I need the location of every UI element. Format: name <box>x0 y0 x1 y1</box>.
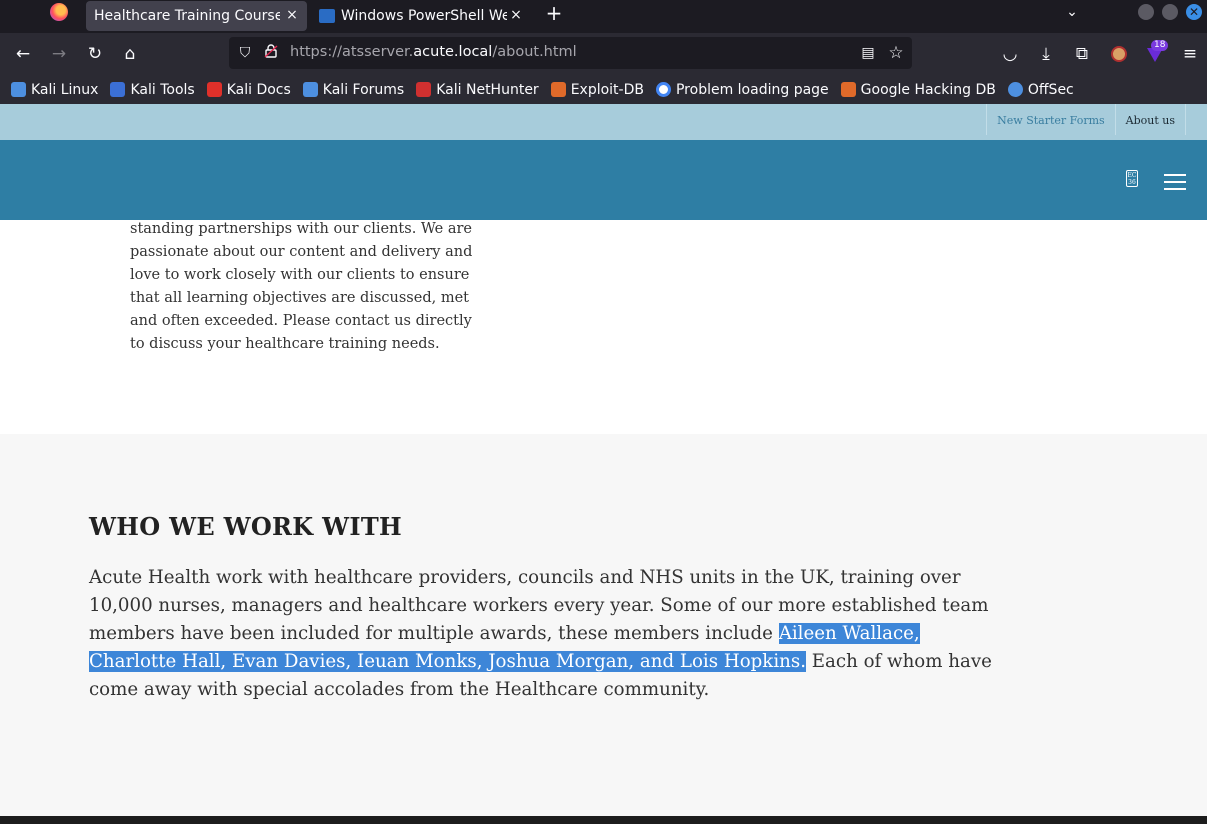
kali-docs-icon <box>206 82 222 97</box>
powershell-icon <box>319 9 335 23</box>
back-button[interactable]: ← <box>11 42 35 66</box>
bookmark-kali-linux[interactable]: Kali Linux <box>11 82 98 98</box>
kali-dragon-icon <box>11 82 26 97</box>
bookmark-label: Kali Docs <box>226 81 291 98</box>
close-window-button[interactable]: ✕ <box>1186 4 1202 20</box>
maximize-window-button[interactable] <box>1162 4 1178 20</box>
section-paragraph: Acute Health work with healthcare provid… <box>89 564 1001 704</box>
nav-link-about-us[interactable]: About us <box>1114 104 1186 135</box>
forward-button[interactable]: → <box>47 42 71 66</box>
nethunter-icon <box>416 82 432 97</box>
bookmark-problem-loading-page[interactable]: Problem loading page <box>655 81 829 98</box>
url-scheme-subdomain: https://atsserver. <box>290 44 414 60</box>
bookmark-label: Kali Tools <box>130 81 195 98</box>
tab-title: Windows PowerShell Web <box>341 8 507 24</box>
site-header: EC 36 <box>0 140 1207 220</box>
bookmark-label: Kali Forums <box>322 81 405 98</box>
intro-paragraph: standing partnerships with our clients. … <box>130 221 473 352</box>
list-all-tabs-chevron-icon[interactable]: ⌄ <box>1062 2 1082 22</box>
tab-title: Healthcare Training Courses <box>94 8 280 24</box>
new-tab-button[interactable]: + <box>543 3 565 25</box>
bookmark-offsec[interactable]: OffSec <box>1007 81 1074 98</box>
minimize-window-button[interactable] <box>1138 4 1154 20</box>
bookmark-label: Exploit-DB <box>570 81 644 98</box>
hamburger-menu-icon[interactable] <box>1164 174 1186 190</box>
cookie-editor-icon[interactable] <box>1107 42 1131 66</box>
tab-close-icon[interactable]: × <box>283 6 301 24</box>
connection-lock-icon[interactable] <box>261 43 281 63</box>
exploit-db-icon <box>550 82 566 97</box>
kali-tools-icon <box>110 82 126 97</box>
url-path: /about.html <box>492 44 577 60</box>
extensions-icon[interactable]: ⧉ <box>1070 42 1094 66</box>
site-top-strip: New Starter Forms About us <box>0 104 1207 140</box>
bookmark-kali-docs[interactable]: Kali Docs <box>206 81 291 98</box>
navigation-toolbar: ← → ↻ ⌂ ⛉ https://atsserver.acute.local/… <box>0 33 1207 75</box>
section-heading: WHO WE WORK WITH <box>89 512 403 541</box>
web-page: New Starter Forms About us EC 36 standin… <box>0 104 1207 824</box>
bookmarks-toolbar: Kali Linux Kali Tools Kali Docs Kali For… <box>0 75 1207 104</box>
bookmark-google-hacking-db[interactable]: Google Hacking DB <box>840 81 996 98</box>
url-text[interactable]: https://atsserver.acute.local/about.html <box>290 44 577 60</box>
downloads-icon[interactable]: ⤓ <box>1034 42 1058 66</box>
bookmark-kali-tools[interactable]: Kali Tools <box>110 81 195 98</box>
bookmark-star-icon[interactable]: ☆ <box>886 43 906 63</box>
tab-powershell-web[interactable]: Windows PowerShell Web × <box>313 1 531 31</box>
firefox-icon[interactable] <box>50 3 68 21</box>
reader-view-icon[interactable]: ▤ <box>858 43 878 63</box>
tracking-shield-icon[interactable]: ⛉ <box>235 43 255 63</box>
offsec-icon <box>1007 82 1023 97</box>
browser-tab-strip: Healthcare Training Courses × Windows Po… <box>0 0 1207 33</box>
extension-badge-count: 18 <box>1151 40 1169 51</box>
nav-link-new-starter-forms[interactable]: New Starter Forms <box>986 104 1115 135</box>
pocket-icon[interactable]: ◡ <box>998 42 1022 66</box>
bookmark-label: OffSec <box>1027 81 1074 98</box>
ghdb-icon <box>840 82 856 97</box>
kali-forums-icon <box>302 82 318 97</box>
bookmark-kali-forums[interactable]: Kali Forums <box>302 81 405 98</box>
home-button[interactable]: ⌂ <box>118 42 142 66</box>
google-icon <box>655 82 671 97</box>
footer-bar <box>0 816 1207 824</box>
reload-button[interactable]: ↻ <box>83 42 107 66</box>
bookmark-exploit-db[interactable]: Exploit-DB <box>550 81 644 98</box>
bookmark-label: Kali Linux <box>31 81 99 98</box>
bookmark-label: Kali NetHunter <box>436 81 539 98</box>
bookmark-kali-nethunter[interactable]: Kali NetHunter <box>416 81 539 98</box>
site-top-nav: New Starter Forms About us <box>986 104 1186 135</box>
url-host: acute.local <box>413 44 493 60</box>
url-bar[interactable]: ⛉ https://atsserver.acute.local/about.ht… <box>229 37 912 69</box>
tab-close-icon[interactable]: × <box>507 6 525 24</box>
bookmark-label: Problem loading page <box>675 81 829 98</box>
bookmark-label: Google Hacking DB <box>860 81 996 98</box>
phone-icon[interactable]: EC 36 <box>1126 170 1138 187</box>
app-menu-icon[interactable]: ≡ <box>1178 42 1202 66</box>
tab-healthcare-training[interactable]: Healthcare Training Courses × <box>86 1 307 31</box>
extension-badge-icon[interactable]: 18 <box>1143 40 1169 66</box>
